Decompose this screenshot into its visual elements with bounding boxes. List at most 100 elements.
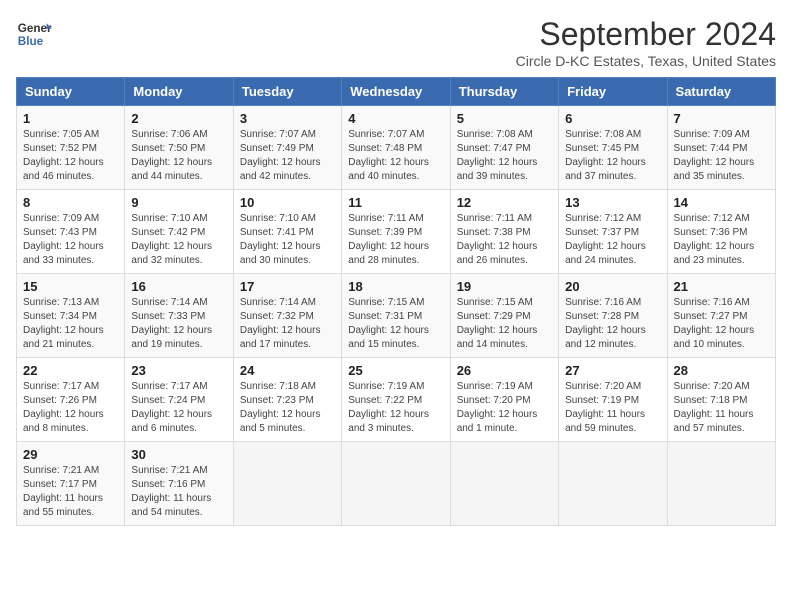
svg-text:Blue: Blue (18, 35, 44, 48)
day-number: 21 (674, 279, 769, 294)
calendar-day-cell: 10Sunrise: 7:10 AMSunset: 7:41 PMDayligh… (233, 190, 341, 274)
calendar-day-cell: 3Sunrise: 7:07 AMSunset: 7:49 PMDaylight… (233, 106, 341, 190)
weekday-header: Tuesday (233, 78, 341, 106)
day-number: 23 (131, 363, 226, 378)
day-info: Sunrise: 7:09 AMSunset: 7:43 PMDaylight:… (23, 212, 118, 268)
calendar-day-cell: 2Sunrise: 7:06 AMSunset: 7:50 PMDaylight… (125, 106, 233, 190)
day-info: Sunrise: 7:12 AMSunset: 7:36 PMDaylight:… (674, 212, 769, 268)
day-number: 9 (131, 195, 226, 210)
day-info: Sunrise: 7:14 AMSunset: 7:33 PMDaylight:… (131, 296, 226, 352)
weekday-header: Wednesday (342, 78, 450, 106)
weekday-header: Monday (125, 78, 233, 106)
day-info: Sunrise: 7:11 AMSunset: 7:38 PMDaylight:… (457, 212, 552, 268)
day-number: 19 (457, 279, 552, 294)
day-info: Sunrise: 7:13 AMSunset: 7:34 PMDaylight:… (23, 296, 118, 352)
calendar-day-cell: 9 Sunrise: 7:10 AMSunset: 7:42 PMDaylight… (125, 190, 233, 274)
calendar-week-row: 22Sunrise: 7:17 AMSunset: 7:26 PMDayligh… (17, 358, 776, 442)
weekday-header-row: SundayMondayTuesdayWednesdayThursdayFrid… (17, 78, 776, 106)
day-number: 20 (565, 279, 660, 294)
calendar-day-cell: 20 Sunrise: 7:16 AMSunset: 7:28 PMDayligh… (559, 274, 667, 358)
day-info: Sunrise: 7:15 AMSunset: 7:29 PMDaylight:… (457, 296, 552, 352)
day-info: Sunrise: 7:17 AMSunset: 7:24 PMDaylight:… (131, 380, 226, 436)
calendar-day-cell: 12 Sunrise: 7:11 AMSunset: 7:38 PMDayligh… (450, 190, 558, 274)
day-number: 15 (23, 279, 118, 294)
calendar-day-cell: 28 Sunrise: 7:20 AMSunset: 7:18 PMDayligh… (667, 358, 775, 442)
calendar-day-cell: 4Sunrise: 7:07 AMSunset: 7:48 PMDaylight… (342, 106, 450, 190)
day-number: 10 (240, 195, 335, 210)
day-info: Sunrise: 7:21 AMSunset: 7:17 PMDaylight:… (23, 464, 118, 520)
day-info: Sunrise: 7:12 AMSunset: 7:37 PMDaylight:… (565, 212, 660, 268)
day-number: 12 (457, 195, 552, 210)
calendar-day-cell: 30 Sunrise: 7:21 AMSunset: 7:16 PMDayligh… (125, 442, 233, 526)
calendar-day-cell: 11 Sunrise: 7:11 AMSunset: 7:39 PMDayligh… (342, 190, 450, 274)
day-number: 30 (131, 447, 226, 462)
calendar-day-cell: 6 Sunrise: 7:08 AMSunset: 7:45 PMDaylight… (559, 106, 667, 190)
day-number: 25 (348, 363, 443, 378)
day-info: Sunrise: 7:20 AMSunset: 7:19 PMDaylight:… (565, 380, 660, 436)
day-info: Sunrise: 7:05 AMSunset: 7:52 PMDaylight:… (23, 128, 118, 184)
calendar-day-cell (233, 442, 341, 526)
calendar-day-cell: 22Sunrise: 7:17 AMSunset: 7:26 PMDayligh… (17, 358, 125, 442)
calendar-day-cell: 8 Sunrise: 7:09 AMSunset: 7:43 PMDaylight… (17, 190, 125, 274)
day-info: Sunrise: 7:16 AMSunset: 7:27 PMDaylight:… (674, 296, 769, 352)
day-info: Sunrise: 7:16 AMSunset: 7:28 PMDaylight:… (565, 296, 660, 352)
calendar-day-cell: 13 Sunrise: 7:12 AMSunset: 7:37 PMDayligh… (559, 190, 667, 274)
calendar-day-cell: 29 Sunrise: 7:21 AMSunset: 7:17 PMDayligh… (17, 442, 125, 526)
calendar-day-cell: 14 Sunrise: 7:12 AMSunset: 7:36 PMDayligh… (667, 190, 775, 274)
day-info: Sunrise: 7:18 AMSunset: 7:23 PMDaylight:… (240, 380, 335, 436)
calendar-day-cell: 26 Sunrise: 7:19 AMSunset: 7:20 PMDayligh… (450, 358, 558, 442)
calendar-day-cell (559, 442, 667, 526)
calendar-day-cell: 24Sunrise: 7:18 AMSunset: 7:23 PMDayligh… (233, 358, 341, 442)
day-number: 28 (674, 363, 769, 378)
day-info: Sunrise: 7:19 AMSunset: 7:22 PMDaylight:… (348, 380, 443, 436)
calendar-day-cell: 18Sunrise: 7:15 AMSunset: 7:31 PMDayligh… (342, 274, 450, 358)
day-info: Sunrise: 7:08 AMSunset: 7:45 PMDaylight:… (565, 128, 660, 184)
location-subtitle: Circle D-KC Estates, Texas, United State… (516, 53, 776, 69)
title-section: September 2024 Circle D-KC Estates, Texa… (516, 16, 776, 69)
day-info: Sunrise: 7:14 AMSunset: 7:32 PMDaylight:… (240, 296, 335, 352)
logo-icon: General Blue (16, 16, 52, 52)
weekday-header: Thursday (450, 78, 558, 106)
calendar-week-row: 8 Sunrise: 7:09 AMSunset: 7:43 PMDaylight… (17, 190, 776, 274)
day-number: 14 (674, 195, 769, 210)
day-info: Sunrise: 7:08 AMSunset: 7:47 PMDaylight:… (457, 128, 552, 184)
calendar-day-cell: 19 Sunrise: 7:15 AMSunset: 7:29 PMDayligh… (450, 274, 558, 358)
day-number: 17 (240, 279, 335, 294)
day-info: Sunrise: 7:10 AMSunset: 7:42 PMDaylight:… (131, 212, 226, 268)
weekday-header: Friday (559, 78, 667, 106)
day-number: 2 (131, 111, 226, 126)
calendar-day-cell: 15 Sunrise: 7:13 AMSunset: 7:34 PMDayligh… (17, 274, 125, 358)
calendar-table: SundayMondayTuesdayWednesdayThursdayFrid… (16, 77, 776, 526)
day-number: 4 (348, 111, 443, 126)
day-number: 26 (457, 363, 552, 378)
day-info: Sunrise: 7:20 AMSunset: 7:18 PMDaylight:… (674, 380, 769, 436)
day-number: 18 (348, 279, 443, 294)
day-number: 6 (565, 111, 660, 126)
day-number: 29 (23, 447, 118, 462)
day-info: Sunrise: 7:11 AMSunset: 7:39 PMDaylight:… (348, 212, 443, 268)
day-info: Sunrise: 7:17 AMSunset: 7:26 PMDaylight:… (23, 380, 118, 436)
day-info: Sunrise: 7:21 AMSunset: 7:16 PMDaylight:… (131, 464, 226, 520)
day-number: 13 (565, 195, 660, 210)
day-number: 1 (23, 111, 118, 126)
month-title: September 2024 (516, 16, 776, 53)
calendar-day-cell: 21 Sunrise: 7:16 AMSunset: 7:27 PMDayligh… (667, 274, 775, 358)
day-info: Sunrise: 7:19 AMSunset: 7:20 PMDaylight:… (457, 380, 552, 436)
weekday-header: Saturday (667, 78, 775, 106)
day-number: 11 (348, 195, 443, 210)
day-number: 8 (23, 195, 118, 210)
weekday-header: Sunday (17, 78, 125, 106)
calendar-day-cell: 25 Sunrise: 7:19 AMSunset: 7:22 PMDayligh… (342, 358, 450, 442)
logo: General Blue (16, 16, 52, 52)
calendar-day-cell: 23 Sunrise: 7:17 AMSunset: 7:24 PMDayligh… (125, 358, 233, 442)
day-info: Sunrise: 7:09 AMSunset: 7:44 PMDaylight:… (674, 128, 769, 184)
calendar-day-cell: 1 Sunrise: 7:05 AMSunset: 7:52 PMDaylight… (17, 106, 125, 190)
calendar-day-cell: 7Sunrise: 7:09 AMSunset: 7:44 PMDaylight… (667, 106, 775, 190)
calendar-week-row: 29 Sunrise: 7:21 AMSunset: 7:17 PMDayligh… (17, 442, 776, 526)
calendar-day-cell: 27 Sunrise: 7:20 AMSunset: 7:19 PMDayligh… (559, 358, 667, 442)
calendar-week-row: 1 Sunrise: 7:05 AMSunset: 7:52 PMDaylight… (17, 106, 776, 190)
day-number: 27 (565, 363, 660, 378)
calendar-day-cell (342, 442, 450, 526)
calendar-week-row: 15 Sunrise: 7:13 AMSunset: 7:34 PMDayligh… (17, 274, 776, 358)
day-number: 5 (457, 111, 552, 126)
